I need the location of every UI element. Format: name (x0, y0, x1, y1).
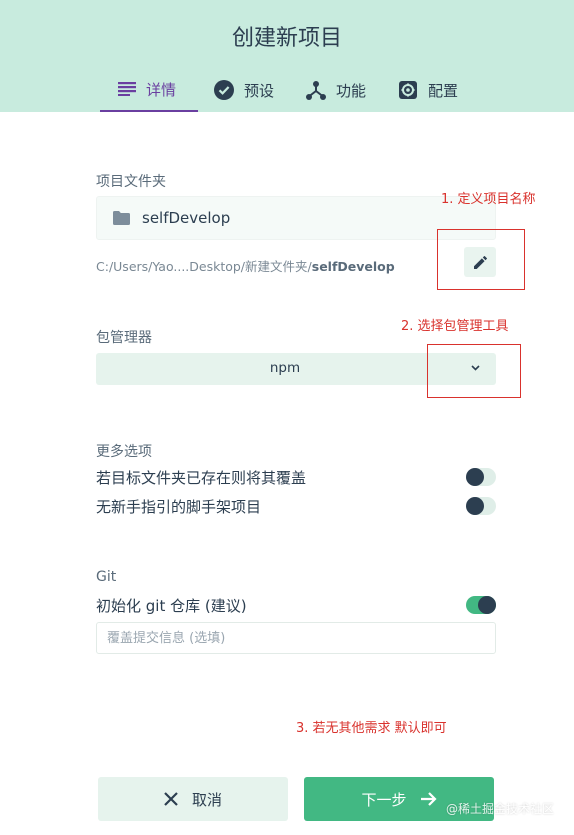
cancel-label: 取消 (191, 790, 222, 809)
annotation-3: 3. 若无其他需求 默认即可 (296, 721, 447, 736)
more-options-label: 更多选项 (96, 444, 152, 460)
tab-presets[interactable]: 预设 (198, 70, 290, 110)
annotation-box-1 (437, 229, 525, 290)
gear-icon (399, 81, 418, 99)
project-name-value: selfDevelop (142, 209, 231, 227)
tab-details[interactable]: 详情 (100, 70, 198, 112)
watermark: @稀土掘金技术社区 (446, 802, 555, 816)
check-circle-icon (214, 80, 234, 100)
package-manager-value: npm (269, 360, 301, 376)
project-name-field[interactable]: selfDevelop (96, 196, 496, 240)
annotation-2: 2. 选择包管理工具 (401, 319, 509, 334)
folder-icon (113, 211, 130, 225)
cancel-button[interactable]: 取消 (98, 777, 288, 821)
package-manager-label: 包管理器 (96, 330, 152, 346)
next-label: 下一步 (361, 790, 407, 809)
commit-message-input[interactable] (96, 622, 496, 654)
no-guide-toggle[interactable] (466, 497, 496, 515)
list-icon (118, 82, 136, 96)
option-label: 初始化 git 仓库 (建议) (96, 596, 247, 615)
option-overwrite: 若目标文件夹已存在则将其覆盖 (96, 465, 496, 489)
tab-label: 详情 (146, 80, 177, 99)
arrow-right-icon (420, 792, 437, 806)
git-label: Git (96, 569, 117, 585)
path-prefix: C:/Users/Yao....Desktop/新建文件夹/ (96, 259, 312, 274)
toggle-knob (466, 497, 484, 515)
fork-icon (306, 81, 327, 100)
header: 创建新项目 详情 预设 功能 配置 (0, 0, 574, 112)
option-label: 无新手指引的脚手架项目 (96, 497, 262, 516)
project-folder-label: 项目文件夹 (96, 174, 166, 190)
tab-config[interactable]: 配置 (382, 70, 474, 110)
tab-features[interactable]: 功能 (290, 70, 382, 110)
option-label: 若目标文件夹已存在则将其覆盖 (96, 468, 307, 487)
path-name: selfDevelop (311, 259, 395, 274)
toggle-knob (478, 596, 496, 614)
annotation-box-2 (427, 344, 521, 398)
tab-bar: 详情 预设 功能 配置 (100, 70, 474, 112)
git-init-toggle[interactable] (466, 596, 496, 614)
project-path: C:/Users/Yao....Desktop/新建文件夹/selfDevelo… (96, 256, 395, 275)
option-no-guide: 无新手指引的脚手架项目 (96, 494, 496, 518)
annotation-1: 1. 定义项目名称 (441, 192, 536, 207)
toggle-knob (466, 468, 484, 486)
tab-label: 配置 (428, 81, 459, 100)
tab-label: 功能 (336, 81, 367, 100)
page-title: 创建新项目 (231, 26, 342, 51)
option-git-init: 初始化 git 仓库 (建议) (96, 593, 496, 617)
overwrite-toggle[interactable] (466, 468, 496, 486)
tab-label: 预设 (244, 81, 275, 100)
close-icon (164, 792, 178, 806)
